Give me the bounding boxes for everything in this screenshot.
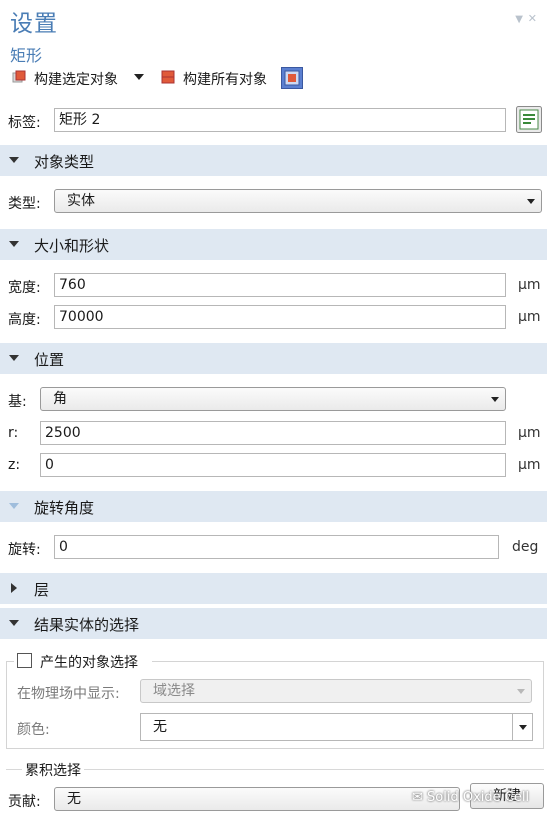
color-label: 颜色: (17, 722, 50, 738)
collapse-arrow-icon (9, 157, 19, 163)
object-selection-checkbox[interactable] (17, 653, 32, 668)
type-label: 类型: (8, 196, 41, 212)
section-title: 结果实体的选择 (34, 616, 140, 634)
height-label: 高度: (8, 312, 41, 328)
color-select-value: 无 (153, 719, 167, 735)
expand-arrow-icon (11, 583, 17, 593)
wechat-icon: ✉ (412, 790, 428, 805)
build-selected-button[interactable]: 构建选定对象 (12, 68, 150, 88)
base-select[interactable]: 角 (40, 387, 506, 411)
build-all-icon (161, 70, 175, 84)
label-caption: 标签: (8, 115, 41, 131)
build-selected-icon (12, 70, 26, 83)
chevron-down-icon (491, 397, 499, 402)
chevron-down-icon (527, 199, 535, 204)
base-select-value: 角 (53, 391, 67, 407)
type-select[interactable]: 实体 (54, 189, 542, 213)
object-selection-legend: 产生的对象选择 (14, 652, 152, 672)
graphics-window-icon[interactable] (281, 67, 303, 89)
show-in-physics-value: 域选择 (153, 683, 195, 699)
z-label: z: (8, 457, 21, 473)
z-unit: µm (518, 457, 541, 473)
section-title: 旋转角度 (34, 499, 95, 517)
collapse-arrow-icon (9, 355, 19, 361)
object-selection-label: 产生的对象选择 (40, 655, 138, 671)
section-object-type[interactable]: 对象类型 (0, 145, 547, 176)
build-all-button[interactable]: 构建所有对象 (161, 68, 276, 88)
contribute-label: 贡献: (8, 794, 41, 810)
collapse-arrow-icon (9, 620, 19, 626)
comment-icon[interactable] (516, 106, 542, 133)
contribute-select-value: 无 (67, 791, 81, 807)
height-input[interactable]: 70000 (54, 305, 506, 329)
build-selected-label: 构建选定对象 (34, 72, 118, 88)
collapse-arrow-icon (9, 503, 19, 509)
rotation-label: 旋转: (8, 542, 41, 558)
chevron-down-icon (517, 689, 525, 694)
watermark-text: Solid Oxide Cell (427, 790, 530, 805)
section-title: 位置 (34, 351, 65, 369)
rotation-input[interactable]: 0 (54, 535, 499, 559)
build-all-label: 构建所有对象 (183, 72, 267, 88)
close-icon[interactable]: ✕ (528, 12, 537, 25)
section-title: 大小和形状 (34, 237, 110, 255)
color-select[interactable]: 无 (140, 713, 513, 741)
section-position[interactable]: 位置 (0, 343, 547, 374)
node-subtitle: 矩形 (10, 46, 43, 65)
height-unit: µm (518, 309, 541, 325)
section-selection[interactable]: 结果实体的选择 (0, 608, 547, 639)
chevron-down-icon[interactable] (134, 74, 144, 80)
section-title: 层 (34, 581, 50, 599)
width-input[interactable]: 760 (54, 273, 506, 297)
watermark: ✉ Solid Oxide Cell (412, 790, 529, 805)
base-label: 基: (8, 394, 27, 410)
r-label: r: (8, 425, 19, 441)
width-label: 宽度: (8, 280, 41, 296)
rotation-unit: deg (512, 539, 539, 555)
section-layers[interactable]: 层 (0, 573, 547, 604)
collapse-arrow-icon (9, 241, 19, 247)
type-select-value: 实体 (67, 193, 95, 209)
page-title: 设置 (10, 11, 58, 37)
section-title: 对象类型 (34, 153, 95, 171)
chevron-down-icon (519, 725, 527, 730)
divider (6, 769, 544, 770)
dropdown-arrow-icon[interactable]: ▼ (515, 14, 523, 25)
label-input[interactable]: 矩形 2 (54, 108, 506, 132)
z-input[interactable]: 0 (40, 453, 506, 477)
contribute-select[interactable]: 无 (54, 787, 460, 811)
r-input[interactable]: 2500 (40, 421, 506, 445)
r-unit: µm (518, 425, 541, 441)
section-size-shape[interactable]: 大小和形状 (0, 229, 547, 260)
show-in-physics-select: 域选择 (140, 679, 532, 703)
section-rotation[interactable]: 旋转角度 (0, 491, 547, 522)
color-dropdown-button[interactable] (512, 713, 533, 741)
cumulative-legend: 累积选择 (22, 760, 84, 780)
show-in-physics-label: 在物理场中显示: (17, 686, 120, 702)
width-unit: µm (518, 277, 541, 293)
